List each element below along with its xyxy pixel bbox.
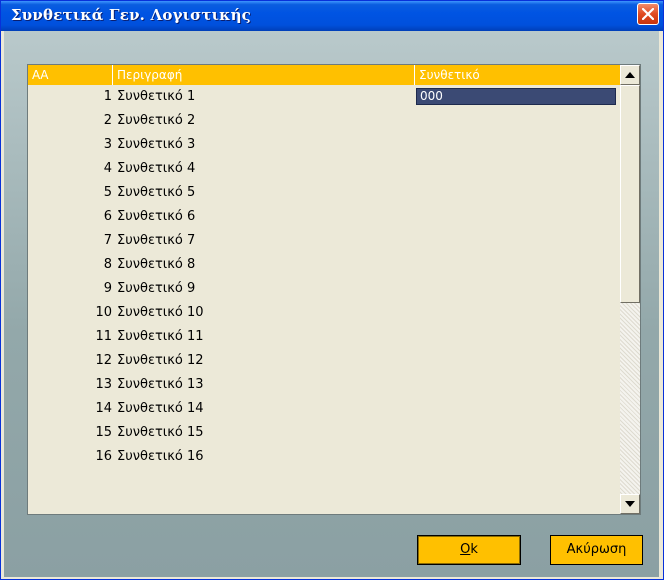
scroll-down-button[interactable] bbox=[620, 494, 640, 514]
row-description: Συνθετικό 10 bbox=[117, 305, 204, 320]
row-number: 6 bbox=[103, 209, 112, 224]
arrow-down-icon bbox=[625, 501, 635, 507]
row-description: Συνθετικό 15 bbox=[117, 425, 204, 440]
table-row[interactable]: 6 Συνθετικό 6 bbox=[28, 205, 622, 229]
window-title: Συνθετικά Γεν. Λογιστικής bbox=[11, 6, 252, 24]
grid-header: ΑΑ Περιγραφή Συνθετικό bbox=[28, 65, 622, 85]
cancel-label: Ακύρωση bbox=[566, 542, 627, 557]
row-description: Συνθετικό 13 bbox=[117, 377, 204, 392]
row-number: 14 bbox=[95, 401, 112, 416]
column-header-code[interactable]: Συνθετικό bbox=[415, 65, 620, 85]
ok-button[interactable]: Ok bbox=[417, 535, 521, 565]
row-number: 3 bbox=[103, 137, 112, 152]
row-description: Συνθετικό 6 bbox=[117, 209, 196, 224]
arrow-up-icon bbox=[625, 72, 635, 78]
table-row[interactable]: 7 Συνθετικό 7 bbox=[28, 229, 622, 253]
table-row[interactable]: 10 Συνθετικό 10 bbox=[28, 301, 622, 325]
table-row[interactable]: 14 Συνθετικό 14 bbox=[28, 397, 622, 421]
row-number: 2 bbox=[103, 113, 112, 128]
row-description: Συνθετικό 12 bbox=[117, 353, 204, 368]
row-number: 11 bbox=[95, 329, 112, 344]
table-row[interactable]: 12 Συνθετικό 12 bbox=[28, 349, 622, 373]
row-number: 15 bbox=[95, 425, 112, 440]
row-number: 1 bbox=[103, 89, 112, 104]
row-number: 4 bbox=[103, 161, 112, 176]
table-row[interactable]: 2 Συνθετικό 2 bbox=[28, 109, 622, 133]
table-row[interactable]: 8 Συνθετικό 8 bbox=[28, 253, 622, 277]
scroll-thumb[interactable] bbox=[620, 85, 640, 303]
row-number: 8 bbox=[103, 257, 112, 272]
row-number: 12 bbox=[95, 353, 112, 368]
row-description: Συνθετικό 11 bbox=[117, 329, 204, 344]
column-header-description[interactable]: Περιγραφή bbox=[113, 65, 414, 85]
column-header-aa[interactable]: ΑΑ bbox=[28, 65, 112, 85]
row-description: Συνθετικό 9 bbox=[117, 281, 196, 296]
table-row[interactable]: 4 Συνθετικό 4 bbox=[28, 157, 622, 181]
row-number: 7 bbox=[103, 233, 112, 248]
row-number: 16 bbox=[95, 449, 112, 464]
table-row[interactable]: 9 Συνθετικό 9 bbox=[28, 277, 622, 301]
table-row[interactable]: 16 Συνθετικό 16 bbox=[28, 445, 622, 469]
close-icon bbox=[642, 8, 654, 20]
table-row[interactable]: 11 Συνθετικό 11 bbox=[28, 325, 622, 349]
cancel-button[interactable]: Ακύρωση bbox=[550, 535, 643, 565]
ok-mnemonic: O bbox=[460, 542, 471, 557]
ok-label: k bbox=[470, 542, 478, 557]
row-description: Συνθετικό 1 bbox=[117, 89, 196, 104]
scroll-up-button[interactable] bbox=[620, 65, 640, 85]
vertical-scrollbar[interactable] bbox=[620, 65, 640, 514]
table-row[interactable]: 13 Συνθετικό 13 bbox=[28, 373, 622, 397]
row-description: Συνθετικό 2 bbox=[117, 113, 196, 128]
close-button[interactable] bbox=[637, 3, 659, 25]
row-number: 5 bbox=[103, 185, 112, 200]
row-description: Συνθετικό 3 bbox=[117, 137, 196, 152]
table-row[interactable]: 5 Συνθετικό 5 bbox=[28, 181, 622, 205]
row-description: Συνθετικό 4 bbox=[117, 161, 196, 176]
table-row[interactable]: 1 Συνθετικό 1 000 bbox=[28, 85, 622, 109]
row-description: Συνθετικό 14 bbox=[117, 401, 204, 416]
dialog-window: Συνθετικά Γεν. Λογιστικής ΑΑ Περιγραφή Σ… bbox=[0, 0, 664, 580]
code-cell-selected[interactable]: 000 bbox=[416, 88, 616, 105]
table-row[interactable]: 15 Συνθετικό 15 bbox=[28, 421, 622, 445]
row-description: Συνθετικό 16 bbox=[117, 449, 204, 464]
row-number: 10 bbox=[95, 305, 112, 320]
row-description: Συνθετικό 8 bbox=[117, 257, 196, 272]
title-bar[interactable]: Συνθετικά Γεν. Λογιστικής bbox=[1, 1, 663, 31]
data-grid: ΑΑ Περιγραφή Συνθετικό 1 Συνθετικό 1 000 2 Σ… bbox=[27, 64, 641, 515]
row-number: 13 bbox=[95, 377, 112, 392]
row-description: Συνθετικό 5 bbox=[117, 185, 196, 200]
row-description: Συνθετικό 7 bbox=[117, 233, 196, 248]
table-row[interactable]: 3 Συνθετικό 3 bbox=[28, 133, 622, 157]
row-number: 9 bbox=[103, 281, 112, 296]
